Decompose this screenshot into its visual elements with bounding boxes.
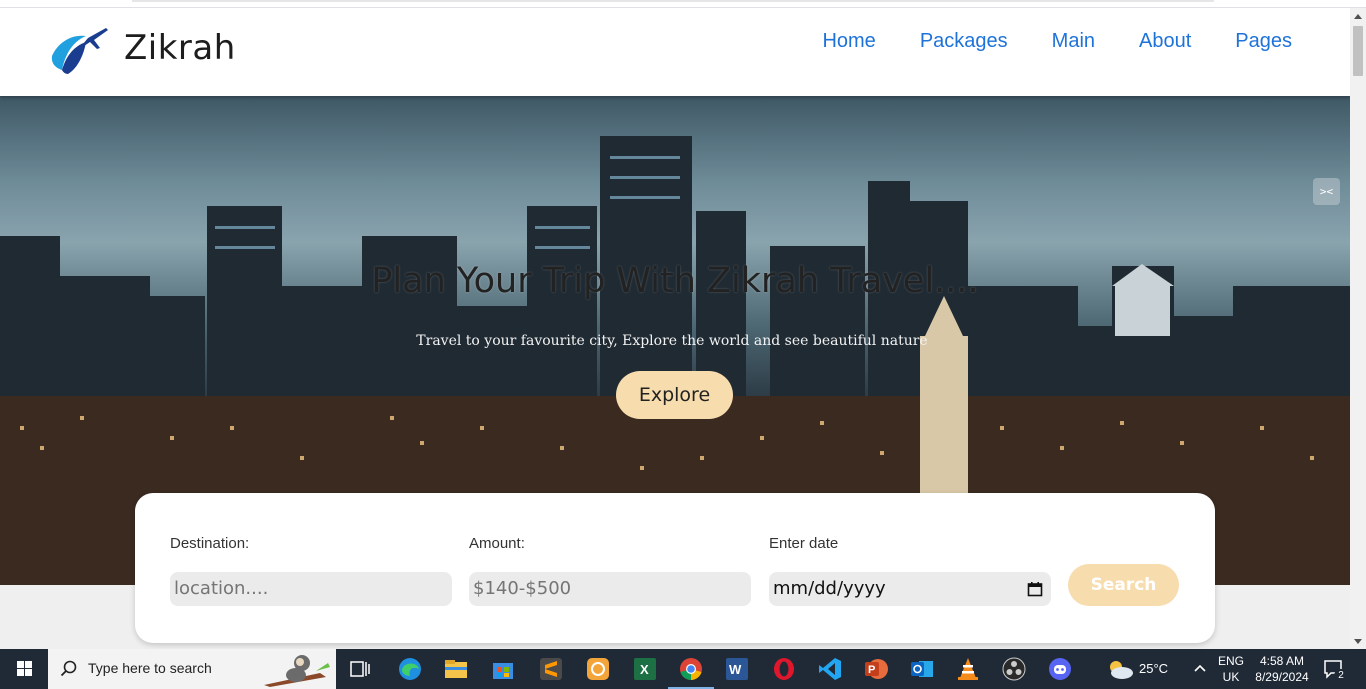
date-input-value: mm/dd/yyyy xyxy=(773,578,886,599)
hero-subtitle: Travel to your favourite city, Explore t… xyxy=(416,333,928,349)
clock-date: 8/29/2024 xyxy=(1255,670,1309,684)
amount-label: Amount: xyxy=(469,535,525,552)
nav-link-packages[interactable]: Packages xyxy=(920,30,1008,53)
chrome-icon[interactable] xyxy=(678,656,704,682)
scroll-down-arrow-icon[interactable] xyxy=(1354,639,1362,644)
nav-link-home[interactable]: Home xyxy=(822,30,875,53)
search-card: Destination: Amount: Enter date mm/dd/yy… xyxy=(135,493,1215,643)
amount-input[interactable] xyxy=(469,572,751,606)
file-explorer-icon[interactable] xyxy=(443,656,469,682)
opera-icon[interactable] xyxy=(771,656,797,682)
clock-time: 4:58 AM xyxy=(1259,654,1305,668)
taskbar-search-box[interactable]: Type here to search xyxy=(48,649,336,689)
weather-cloud-icon[interactable] xyxy=(1106,658,1134,680)
outlook-icon[interactable] xyxy=(909,656,935,682)
page-viewport: Zikrah Home Packages Main About Pages Pl… xyxy=(0,8,1350,649)
calendar-icon[interactable] xyxy=(1027,581,1043,597)
page-scrollbar[interactable] xyxy=(1350,8,1366,649)
weather-temperature[interactable]: 25°C xyxy=(1139,661,1168,677)
scroll-up-arrow-icon[interactable] xyxy=(1354,14,1362,19)
brand-name[interactable]: Zikrah xyxy=(124,28,236,68)
nav-link-main[interactable]: Main xyxy=(1052,30,1095,53)
chevron-up-icon[interactable] xyxy=(1193,663,1207,673)
excel-icon[interactable]: X xyxy=(632,656,658,682)
airplane-logo-icon[interactable] xyxy=(48,26,110,78)
vscode-icon[interactable] xyxy=(817,656,843,682)
search-icon xyxy=(60,660,77,677)
nav-link-about[interactable]: About xyxy=(1139,30,1191,53)
svg-text:W: W xyxy=(729,662,742,677)
taskbar-search-placeholder: Type here to search xyxy=(88,660,212,676)
destination-input[interactable] xyxy=(170,572,452,606)
nav-link-pages[interactable]: Pages xyxy=(1235,30,1292,53)
word-icon[interactable]: W xyxy=(724,656,750,682)
keyboard-layout: UK xyxy=(1222,670,1240,684)
clock[interactable]: 4:58 AM 8/29/2024 xyxy=(1250,653,1314,685)
taskbar: Type here to search X W P 25°C ENG UK 4:… xyxy=(0,649,1366,689)
browser-top-strip xyxy=(0,0,1366,8)
navbar: Zikrah Home Packages Main About Pages xyxy=(0,8,1350,96)
windows-start-icon[interactable] xyxy=(0,649,48,689)
scroll-thumb[interactable] xyxy=(1353,26,1363,76)
search-button[interactable]: Search xyxy=(1068,564,1179,606)
edge-icon[interactable] xyxy=(397,656,423,682)
date-input[interactable]: mm/dd/yyyy xyxy=(769,572,1051,606)
nav-links: Home Packages Main About Pages xyxy=(778,30,1292,53)
vlc-icon[interactable] xyxy=(955,656,981,682)
destination-label: Destination: xyxy=(170,535,250,552)
collapse-icon[interactable]: >< xyxy=(1313,178,1340,205)
language-indicator[interactable]: ENG UK xyxy=(1214,653,1248,685)
powerpoint-icon[interactable]: P xyxy=(863,656,889,682)
task-view-icon[interactable] xyxy=(347,656,373,682)
svg-text:P: P xyxy=(868,664,875,676)
discord-icon[interactable] xyxy=(1047,656,1073,682)
notification-count: 2 xyxy=(1334,669,1348,683)
explore-button[interactable]: Explore xyxy=(616,371,733,419)
store-icon[interactable] xyxy=(490,656,516,682)
cleanup-icon[interactable] xyxy=(585,656,611,682)
obs-icon[interactable] xyxy=(1001,656,1027,682)
date-label: Enter date xyxy=(769,535,839,552)
svg-text:X: X xyxy=(640,662,649,677)
language-code: ENG xyxy=(1217,654,1244,668)
hero-title: Plan Your Trip With Zikrah Travel.... xyxy=(371,261,979,301)
search-highlight-illustration-icon xyxy=(264,655,330,687)
sublime-icon[interactable] xyxy=(538,656,564,682)
